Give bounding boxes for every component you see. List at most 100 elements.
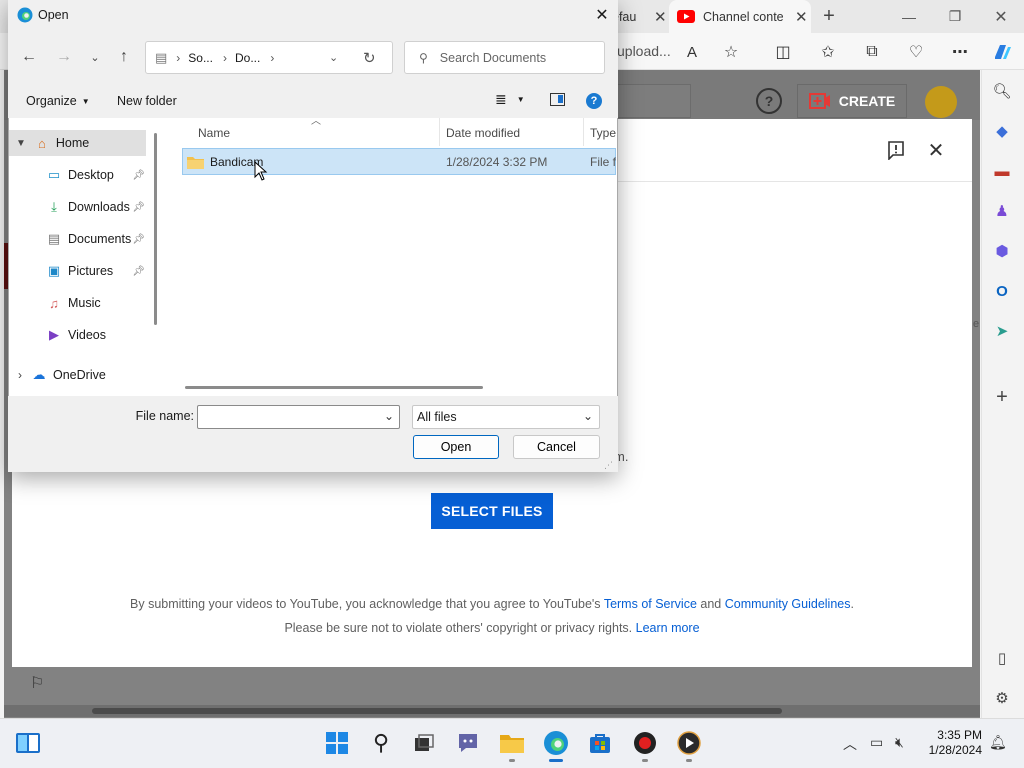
file-name-input[interactable]: ⌄ bbox=[197, 405, 400, 429]
column-separator[interactable] bbox=[583, 118, 584, 146]
tree-item-music[interactable]: ♫ Music bbox=[9, 290, 149, 316]
tree-item-videos[interactable]: ▶ Videos bbox=[9, 322, 149, 348]
sidebar-send-button[interactable]: ➤ bbox=[989, 318, 1015, 344]
organize-button[interactable]: Organize ▼ bbox=[26, 94, 90, 108]
column-header-date[interactable]: Date modified bbox=[446, 122, 520, 144]
terms-of-service-link[interactable]: Terms of Service bbox=[604, 597, 697, 611]
volume-muted-icon[interactable]: 🔇︎ bbox=[895, 734, 904, 751]
new-tab-button[interactable]: + bbox=[818, 5, 840, 27]
teams-chat-button[interactable] bbox=[454, 729, 482, 757]
sidebar-shopping-button[interactable]: ◆ bbox=[989, 118, 1015, 144]
star-icon: ☆ bbox=[723, 44, 739, 61]
scrollbar-thumb[interactable] bbox=[92, 708, 782, 714]
change-view-button[interactable]: ≣ ▼ bbox=[495, 91, 525, 108]
sidebar-layout-button[interactable]: ▯ bbox=[989, 645, 1015, 671]
restore-button[interactable]: ❐ bbox=[932, 0, 978, 33]
sidebar-games-button[interactable]: ♟ bbox=[989, 198, 1015, 224]
search-documents-input[interactable]: ⚲ Search Documents bbox=[404, 41, 605, 74]
arrow-right-icon: → bbox=[56, 48, 72, 65]
media-player-button[interactable] bbox=[675, 729, 703, 762]
close-dialog-button[interactable]: ✕ bbox=[924, 138, 948, 162]
feedback-side-icon[interactable]: ⚐ bbox=[30, 673, 44, 693]
cancel-button[interactable]: Cancel bbox=[513, 435, 600, 459]
windows-start-button[interactable] bbox=[323, 729, 351, 757]
learn-more-link[interactable]: Learn more bbox=[636, 621, 700, 635]
tree-scrollbar[interactable] bbox=[154, 133, 157, 325]
resize-grip-icon[interactable]: ⋰ bbox=[604, 460, 613, 471]
collections-button[interactable]: ⧉ bbox=[858, 38, 886, 66]
create-label: CREATE bbox=[838, 93, 896, 109]
new-folder-button[interactable]: New folder bbox=[117, 94, 177, 108]
avatar[interactable] bbox=[925, 86, 957, 118]
close-icon: ✕ bbox=[994, 8, 1008, 26]
column-header-type[interactable]: Type bbox=[590, 122, 616, 144]
refresh-icon[interactable]: ↻ bbox=[363, 49, 376, 67]
browser-essentials-button[interactable]: ♡ bbox=[902, 38, 930, 66]
read-aloud-button[interactable]: A bbox=[678, 38, 706, 66]
minimize-button[interactable]: — bbox=[886, 0, 932, 33]
breadcrumb-item[interactable]: Do... bbox=[235, 51, 260, 65]
bandicam-button[interactable] bbox=[631, 729, 659, 762]
clock[interactable]: 3:35 PM 1/28/2024 bbox=[918, 728, 982, 758]
copilot-button[interactable] bbox=[988, 38, 1016, 66]
recent-locations-button[interactable]: ⌄ bbox=[84, 46, 106, 68]
more-menu-button[interactable]: ⋯ bbox=[946, 38, 974, 66]
show-hidden-icons-button[interactable]: ︿ bbox=[843, 734, 857, 754]
help-button[interactable]: ? bbox=[586, 93, 602, 109]
sidebar-outlook-button[interactable]: O bbox=[989, 278, 1015, 304]
column-header-name[interactable]: Name bbox=[198, 122, 230, 144]
legal-text: and bbox=[700, 597, 722, 611]
tree-item-home[interactable]: ▼ ⌂ Home bbox=[9, 130, 146, 156]
sidebar-office-button[interactable]: ⬢ bbox=[989, 238, 1015, 264]
feedback-button[interactable] bbox=[884, 138, 908, 162]
close-window-button[interactable]: ✕ bbox=[978, 0, 1024, 33]
sidebar-search-button[interactable]: 🔍︎ bbox=[989, 78, 1015, 104]
community-guidelines-link[interactable]: Community Guidelines bbox=[725, 597, 851, 611]
store-button[interactable] bbox=[586, 729, 614, 757]
address-bar[interactable]: ▤ › So... › Do... › ⌄ ↻ bbox=[145, 41, 393, 74]
address-dropdown-icon[interactable]: ⌄ bbox=[329, 51, 338, 64]
yt-search-box[interactable] bbox=[617, 84, 691, 118]
address-bar-text[interactable]: upload... bbox=[617, 43, 671, 59]
split-screen-button[interactable]: ◫ bbox=[769, 38, 797, 66]
select-files-button[interactable]: SELECT FILES bbox=[431, 493, 553, 529]
close-tab-icon[interactable]: ✕ bbox=[654, 8, 667, 26]
task-view-button[interactable] bbox=[410, 729, 438, 757]
sidebar-settings-button[interactable]: ⚙ bbox=[989, 685, 1015, 711]
sidebar-add-button[interactable]: + bbox=[989, 384, 1015, 410]
tab-channel-content[interactable]: Channel conte ✕ bbox=[669, 0, 811, 33]
favorites-button[interactable]: ✩ bbox=[814, 38, 842, 66]
close-tab-icon[interactable]: ✕ bbox=[795, 8, 808, 26]
file-list-scrollbar[interactable] bbox=[185, 386, 483, 389]
forward-button[interactable]: → bbox=[53, 46, 75, 68]
edge-button[interactable] bbox=[542, 729, 570, 762]
tree-item-pictures[interactable]: ▣ Pictures 📌︎ bbox=[9, 258, 149, 284]
tree-item-onedrive[interactable]: › ☁ OneDrive bbox=[9, 362, 149, 388]
dialog-close-button[interactable]: ✕ bbox=[590, 3, 614, 27]
sidebar-tools-button[interactable]: ▬ bbox=[989, 158, 1015, 184]
file-type-filter[interactable]: All files ⌄ bbox=[412, 405, 600, 429]
tree-item-downloads[interactable]: ⤓ Downloads 📌︎ bbox=[9, 194, 149, 220]
column-separator[interactable] bbox=[439, 118, 440, 146]
taskbar-search-button[interactable]: ⚲ bbox=[367, 729, 395, 757]
file-explorer-button[interactable] bbox=[498, 729, 526, 762]
tree-item-desktop[interactable]: ▭ Desktop 📌︎ bbox=[9, 162, 149, 188]
breadcrumb-item[interactable]: So... bbox=[188, 51, 213, 65]
open-button[interactable]: Open bbox=[413, 435, 499, 459]
tree-item-documents[interactable]: ▤ Documents 📌︎ bbox=[9, 226, 149, 252]
chevron-down-icon[interactable]: ⌄ bbox=[384, 409, 394, 423]
file-row[interactable]: Bandicam 1/28/2024 3:32 PM File fo bbox=[182, 148, 616, 175]
favorite-star-button[interactable]: ☆ bbox=[717, 38, 745, 66]
up-button[interactable]: ↑ bbox=[113, 46, 135, 68]
help-icon[interactable]: ? bbox=[756, 88, 782, 114]
display-icon[interactable]: ▭ bbox=[870, 734, 883, 751]
preview-pane-button[interactable] bbox=[550, 93, 565, 106]
notifications-icon[interactable]: 🔔︎ bbox=[989, 734, 1007, 751]
arrow-up-icon: ↑ bbox=[120, 48, 128, 65]
tab-default[interactable]: efau ✕ bbox=[612, 0, 668, 33]
chevron-down-icon: ▼ bbox=[16, 137, 26, 149]
create-button[interactable]: CREATE bbox=[797, 84, 907, 118]
start-button[interactable] bbox=[14, 729, 42, 757]
back-button[interactable]: ← bbox=[18, 46, 40, 68]
pin-icon: 📌︎ bbox=[132, 169, 145, 181]
